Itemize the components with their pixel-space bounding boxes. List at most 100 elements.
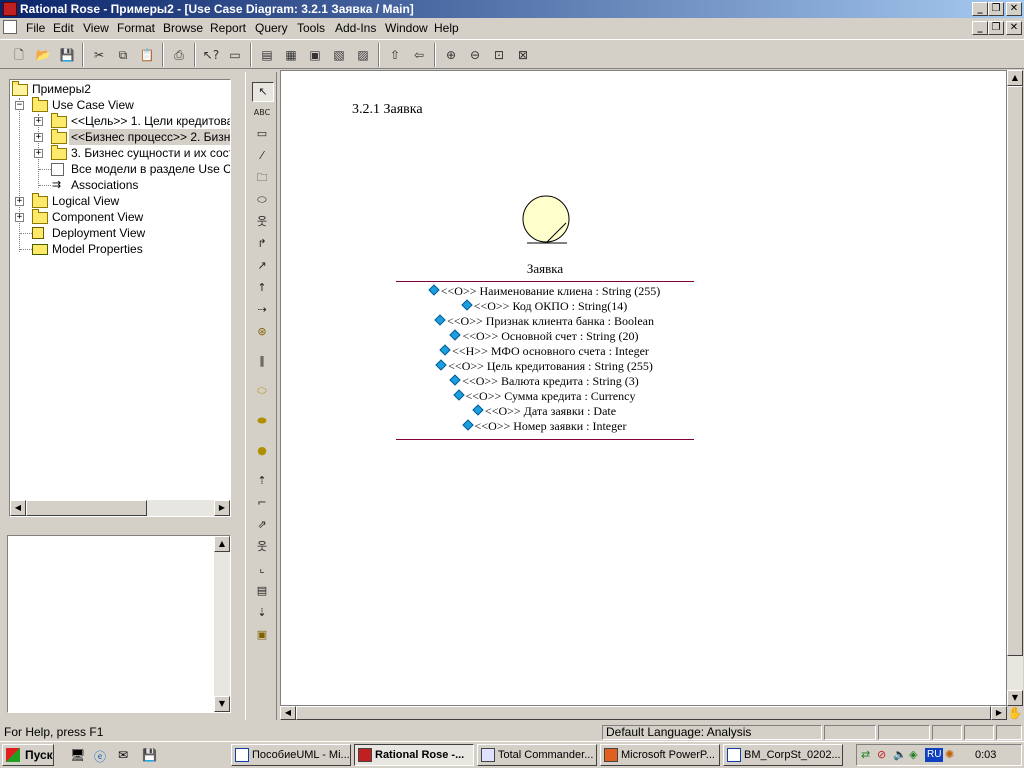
doc-close-button[interactable]: ✕ [1006,21,1022,35]
diagram-vertical-scrollbar[interactable]: ▲ ▼ [1007,70,1023,706]
tree-item-goals[interactable]: + <<Цель>> 1. Цели кредитования [34,113,230,129]
keyboard-language-indicator[interactable]: RU [925,748,944,762]
tree-item-use-case-view[interactable]: − Use Case View [15,97,225,113]
attribute-row[interactable]: <<O>> Признак клиента банка : Boolean [396,314,694,329]
scroll-left-icon[interactable]: ◀ [10,500,26,516]
scroll-left-icon[interactable]: ◀ [280,706,296,720]
menu-help[interactable]: Help [434,21,459,35]
business-use-case-realization-icon[interactable]: ⬬ [252,412,272,430]
internet-explorer-icon[interactable]: ⓔ [94,748,106,765]
anchor-note-tool-icon[interactable]: ⁄ [252,147,272,165]
browse-previous-icon[interactable]: ⇧ [386,46,404,64]
paste-icon[interactable]: 📋 [138,46,156,64]
tree-item-component-view[interactable]: + Component View [15,209,225,225]
documentation-panel[interactable]: ▲ ▼ [7,535,231,713]
outlook-icon[interactable]: ✉ [118,748,128,762]
new-icon[interactable]: 🗋 [10,46,28,64]
tree-item-model-properties[interactable]: Model Properties [15,241,225,257]
browse-interaction-icon[interactable]: ▦ [282,46,300,64]
rational-rose-app-icon[interactable] [3,2,17,16]
swimlane-tool-icon[interactable]: ‖ [252,352,272,370]
scroll-down-icon[interactable]: ▼ [1007,690,1023,706]
scroll-down-icon[interactable]: ▼ [214,696,230,712]
task-bm-corpst[interactable]: BM_CorpSt_0202... [723,744,843,766]
blocked-icon[interactable]: ⊘ [877,748,886,761]
dependency-tool-icon[interactable]: ⇢ [252,301,272,319]
undo-fit-icon[interactable]: ⊠ [514,46,532,64]
tree-item-deployment-view[interactable]: Deployment View [15,225,225,241]
attribute-row[interactable]: <<O>> Цель кредитования : String (255) [396,359,694,374]
tree-item-business-process[interactable]: + <<Бизнес процесс>> 2. Бизнес [34,129,230,145]
task-powerpoint[interactable]: Microsoft PowerP... [600,744,720,766]
menu-edit[interactable]: Edit [53,21,74,35]
business-entity-icon[interactable] [519,195,573,247]
show-desktop-icon[interactable]: 🖥 [70,748,85,762]
save-disk-icon[interactable]: 💾 [142,748,157,762]
model-browser[interactable]: Примеры2 − Use Case View + <<Цель>> 1. Ц… [9,79,231,517]
expand-icon[interactable]: + [34,117,43,126]
fit-window-icon[interactable]: ⊡ [490,46,508,64]
business-package-tool-icon[interactable]: ▣ [252,626,272,644]
context-help-icon[interactable]: ↖? [202,46,220,64]
attribute-row[interactable]: <<H>> МФО основного счета : Integer [396,344,694,359]
attribute-row[interactable]: <<O>> Сумма кредита : Currency [396,389,694,404]
expand-icon[interactable]: + [15,213,24,222]
antivirus-icon[interactable]: ◈ [909,748,917,761]
browser-horizontal-scrollbar[interactable]: ◀ ▶ [10,500,230,516]
text-box-tool-icon[interactable]: ABC [252,104,272,122]
scroll-right-icon[interactable]: ▶ [991,706,1007,720]
attribute-row[interactable]: <<O>> Валюта кредита : String (3) [396,374,694,389]
association-tool-icon[interactable]: ↱ [252,235,272,253]
save-icon[interactable]: 💾 [58,46,76,64]
menu-query[interactable]: Query [255,21,288,35]
view-doc-icon[interactable]: ▭ [226,46,244,64]
task-posobie-uml[interactable]: ПособиеUML - Mi... [231,744,351,766]
tree-item-all-models[interactable]: Все модели в разделе Use Case [34,161,230,177]
use-case-tool-icon[interactable]: ⬭ [252,191,272,209]
browse-parent-icon[interactable]: ▨ [354,46,372,64]
doc-vertical-scrollbar[interactable]: ▲ ▼ [214,536,230,712]
entity-name[interactable]: Заявка [396,261,694,277]
menu-view[interactable]: View [83,21,109,35]
minimize-button[interactable]: _ [972,2,988,16]
scroll-up-icon[interactable]: ▲ [1007,70,1023,86]
attribute-row[interactable]: <<O>> Основной счет : String (20) [396,329,694,344]
task-rational-rose[interactable]: Rational Rose -... [354,744,474,766]
doc-restore-button[interactable]: ❐ [988,21,1004,35]
attribute-row[interactable]: <<O>> Код ОКПО : String(14) [396,299,694,314]
generalization-tool-icon[interactable]: ↑ [252,279,272,297]
diagram-horizontal-scrollbar[interactable]: ◀ ▶ [280,706,1007,720]
open-icon[interactable]: 📂 [34,46,52,64]
expand-icon[interactable]: + [15,197,24,206]
browse-component-icon[interactable]: ▣ [306,46,324,64]
business-worker-tool-icon[interactable]: 웃 [252,538,272,556]
menu-report[interactable]: Report [210,21,246,35]
scroll-right-icon[interactable]: ▶ [214,500,230,516]
diagram-canvas[interactable]: 3.2.1 Заявка Заявка <<O>> Наименование к… [280,70,1007,706]
tray-app-icon[interactable]: ✺ [945,748,954,761]
dashed-dependency-tool-icon[interactable]: ⇣ [252,604,272,622]
tree-item-associations[interactable]: ⇉ Associations [34,177,230,193]
start-button[interactable]: Пуск [2,744,54,766]
copy-icon[interactable]: ⧉ [114,46,132,64]
scroll-thumb[interactable] [296,706,991,720]
task-total-commander[interactable]: Total Commander... [477,744,597,766]
note-tool-icon[interactable]: ▭ [252,125,272,143]
package-tool-icon[interactable]: 🗀 [252,169,272,187]
scroll-thumb[interactable] [1007,86,1023,656]
browse-deployment-icon[interactable]: ▧ [330,46,348,64]
cut-icon[interactable]: ✂ [90,46,108,64]
bent-association-tool-icon[interactable]: ⌐ [252,494,272,512]
scroll-up-icon[interactable]: ▲ [214,536,230,552]
back-icon[interactable]: ⇦ [410,46,428,64]
close-button[interactable]: ✕ [1006,2,1022,16]
document-icon[interactable] [3,20,17,34]
network-icon[interactable]: ⇄ [861,748,870,761]
menu-tools[interactable]: Tools [297,21,325,35]
unidirectional-association-icon[interactable]: ↗ [252,257,272,275]
business-use-case-tool-icon[interactable]: ⬭ [252,382,272,400]
collapse-icon[interactable]: − [15,101,24,110]
attribute-row[interactable]: <<O>> Номер заявки : Integer [396,419,694,434]
directional-dependency-tool-icon[interactable]: ⇡ [252,472,272,490]
link-tool-icon[interactable]: ⌞ [252,560,272,578]
